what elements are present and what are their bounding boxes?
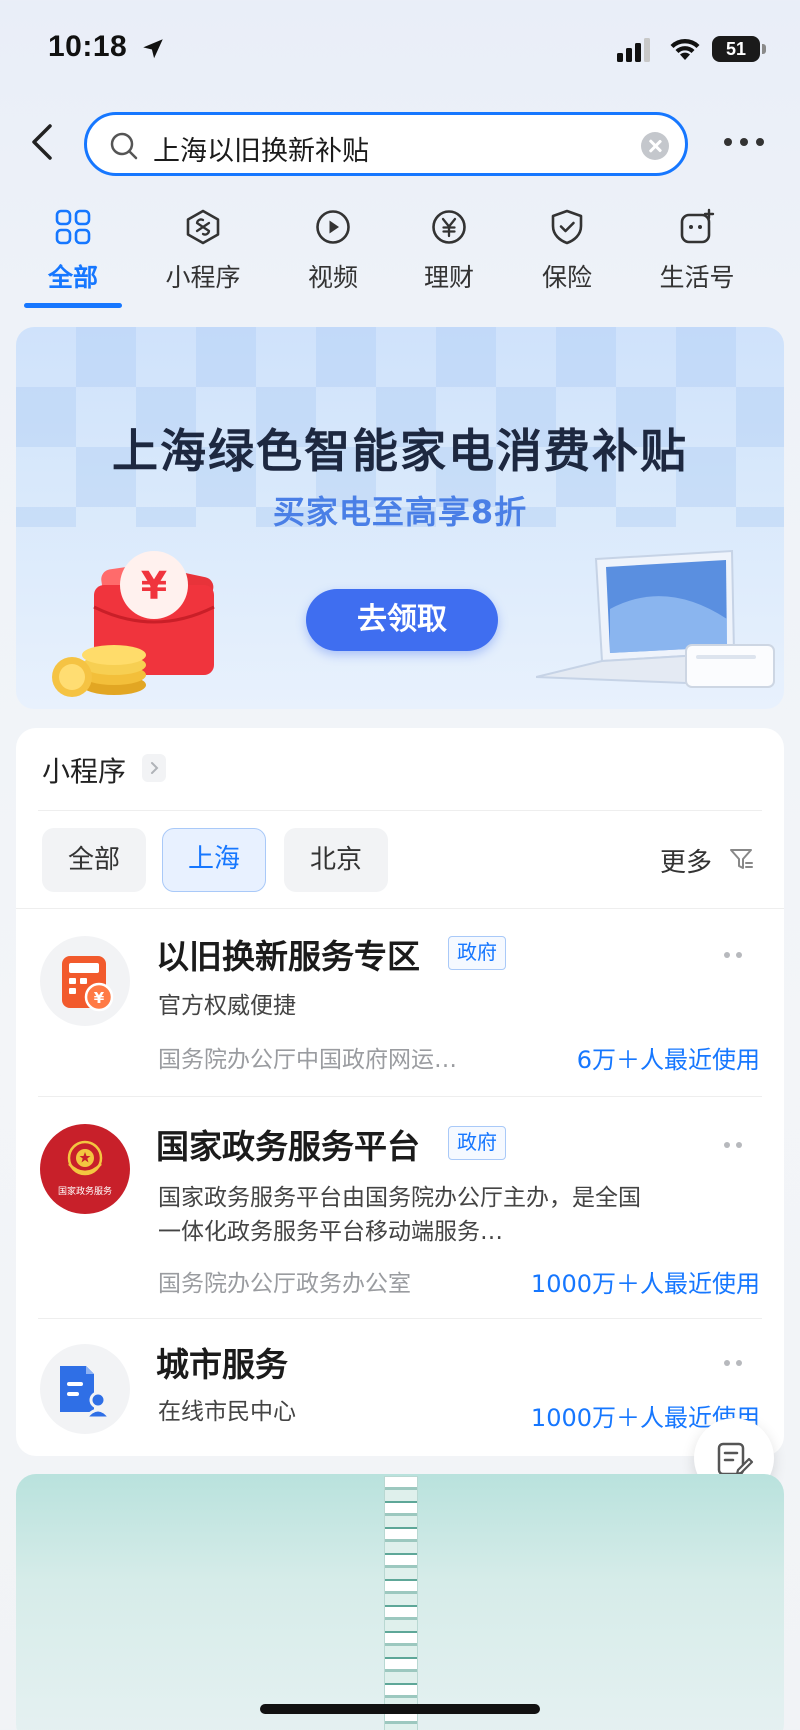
item-menu-icon[interactable] bbox=[722, 1140, 752, 1150]
filter-icon[interactable] bbox=[728, 846, 754, 872]
red-envelope-illustration: ¥ bbox=[52, 551, 215, 697]
tab-all[interactable]: 全部 bbox=[18, 200, 128, 300]
item-menu-icon[interactable] bbox=[722, 1358, 752, 1368]
laptop-illustration bbox=[536, 549, 775, 688]
item-description-line1: 国家政务服务平台由国务院办公厅主办，是全国 bbox=[158, 1185, 641, 1211]
divider bbox=[38, 810, 762, 811]
tab-label: 生活号 bbox=[659, 263, 735, 292]
item-organization: 国务院办公厅中国政府网运… bbox=[158, 1047, 457, 1073]
gov-tag: 政府 bbox=[448, 936, 506, 970]
tab-life-account[interactable]: 生活号 bbox=[642, 200, 752, 300]
city-service-logo bbox=[40, 1344, 130, 1434]
tab-label: 保险 bbox=[541, 263, 592, 292]
item-name: 以旧换新服务专区 bbox=[156, 937, 420, 976]
back-button[interactable] bbox=[24, 120, 64, 164]
item-menu-icon[interactable] bbox=[722, 950, 752, 960]
tab-insurance[interactable]: 保险 bbox=[512, 200, 622, 300]
edit-note-icon bbox=[717, 1442, 754, 1476]
list-item[interactable]: ¥ 以旧换新服务专区 政府 官方权威便捷 国务院办公厅中国政府网运… 6万＋人最… bbox=[16, 908, 784, 1108]
status-bar: 10:18 51 bbox=[0, 0, 800, 100]
yen-icon bbox=[432, 210, 466, 244]
document-thumbnail bbox=[384, 1476, 418, 1730]
item-usage-count: 6万＋人最近使用 bbox=[576, 1046, 760, 1074]
video-icon bbox=[316, 210, 350, 244]
mini-program-section: 小程序 全部 上海 北京 更多 ¥ 以旧换新服务专区 政府 官方权威便捷 国务院… bbox=[16, 728, 784, 1456]
item-name: 城市服务 bbox=[156, 1345, 288, 1384]
banner-title: 上海绿色智能家电消费补贴 bbox=[112, 424, 688, 478]
filter-chip-all[interactable]: 全部 bbox=[42, 828, 146, 892]
more-options-button[interactable] bbox=[720, 128, 768, 156]
more-filter-label[interactable]: 更多 bbox=[660, 842, 712, 879]
battery-indicator: 51 bbox=[712, 36, 766, 62]
banner-subtitle: 买家电至高享8折 bbox=[272, 493, 528, 531]
section-title[interactable]: 小程序 bbox=[42, 750, 126, 790]
active-tab-indicator bbox=[24, 303, 122, 308]
status-time: 10:18 bbox=[48, 30, 128, 63]
tab-label: 小程序 bbox=[165, 263, 241, 292]
calculator-logo: ¥ bbox=[40, 936, 130, 1026]
item-name: 国家政务服务平台 bbox=[156, 1127, 420, 1166]
grid-icon bbox=[55, 209, 91, 245]
content-card[interactable] bbox=[16, 1474, 784, 1730]
life-account-icon bbox=[680, 208, 715, 244]
search-icon bbox=[110, 132, 138, 160]
chevron-right-icon[interactable] bbox=[142, 754, 166, 782]
home-indicator bbox=[260, 1704, 540, 1714]
svg-text:¥: ¥ bbox=[94, 989, 105, 1007]
clear-icon[interactable] bbox=[641, 132, 669, 160]
filter-chip-beijing[interactable]: 北京 bbox=[284, 828, 388, 892]
search-query-text[interactable]: 上海以旧换新补贴 bbox=[153, 129, 369, 168]
tab-wealth[interactable]: 理财 bbox=[394, 200, 504, 300]
item-description-line2: 一体化政务服务平台移动端服务… bbox=[158, 1219, 503, 1245]
category-tabs: 全部 小程序 视频 理财 保险 生活号 bbox=[0, 200, 800, 310]
wifi-icon bbox=[670, 38, 700, 60]
tab-label: 视频 bbox=[307, 263, 358, 292]
tab-label: 全部 bbox=[47, 263, 98, 292]
tab-label: 理财 bbox=[423, 263, 474, 292]
item-usage-count: 1000万＋人最近使用 bbox=[530, 1270, 760, 1298]
search-input[interactable]: 上海以旧换新补贴 bbox=[84, 112, 688, 176]
mini-program-icon bbox=[186, 209, 220, 245]
svg-text:¥: ¥ bbox=[141, 564, 167, 608]
gov-tag: 政府 bbox=[448, 1126, 506, 1160]
tab-mini-program[interactable]: 小程序 bbox=[148, 200, 258, 300]
item-description: 在线市民中心 bbox=[158, 1399, 296, 1425]
shield-icon bbox=[551, 209, 583, 245]
cellular-signal-icon bbox=[617, 38, 650, 62]
item-organization: 国务院办公厅政务办公室 bbox=[158, 1271, 411, 1297]
claim-button[interactable]: 去领取 bbox=[306, 589, 498, 651]
national-emblem-logo: 国家政务服务 bbox=[40, 1124, 130, 1214]
tab-video[interactable]: 视频 bbox=[278, 200, 388, 300]
promo-banner[interactable]: 上海绿色智能家电消费补贴 买家电至高享8折 ¥ 去领取 bbox=[16, 327, 784, 709]
list-item[interactable]: 城市服务 在线市民中心 1000万＋人最近使用 bbox=[16, 1318, 784, 1456]
item-description: 官方权威便捷 bbox=[158, 993, 296, 1019]
filter-chip-shanghai[interactable]: 上海 bbox=[162, 828, 266, 892]
location-arrow-icon bbox=[143, 39, 163, 59]
list-item[interactable]: 国家政务服务 国家政务服务平台 政府 国家政务服务平台由国务院办公厅主办，是全国… bbox=[16, 1096, 784, 1318]
logo-caption: 国家政务服务 bbox=[57, 1187, 112, 1197]
